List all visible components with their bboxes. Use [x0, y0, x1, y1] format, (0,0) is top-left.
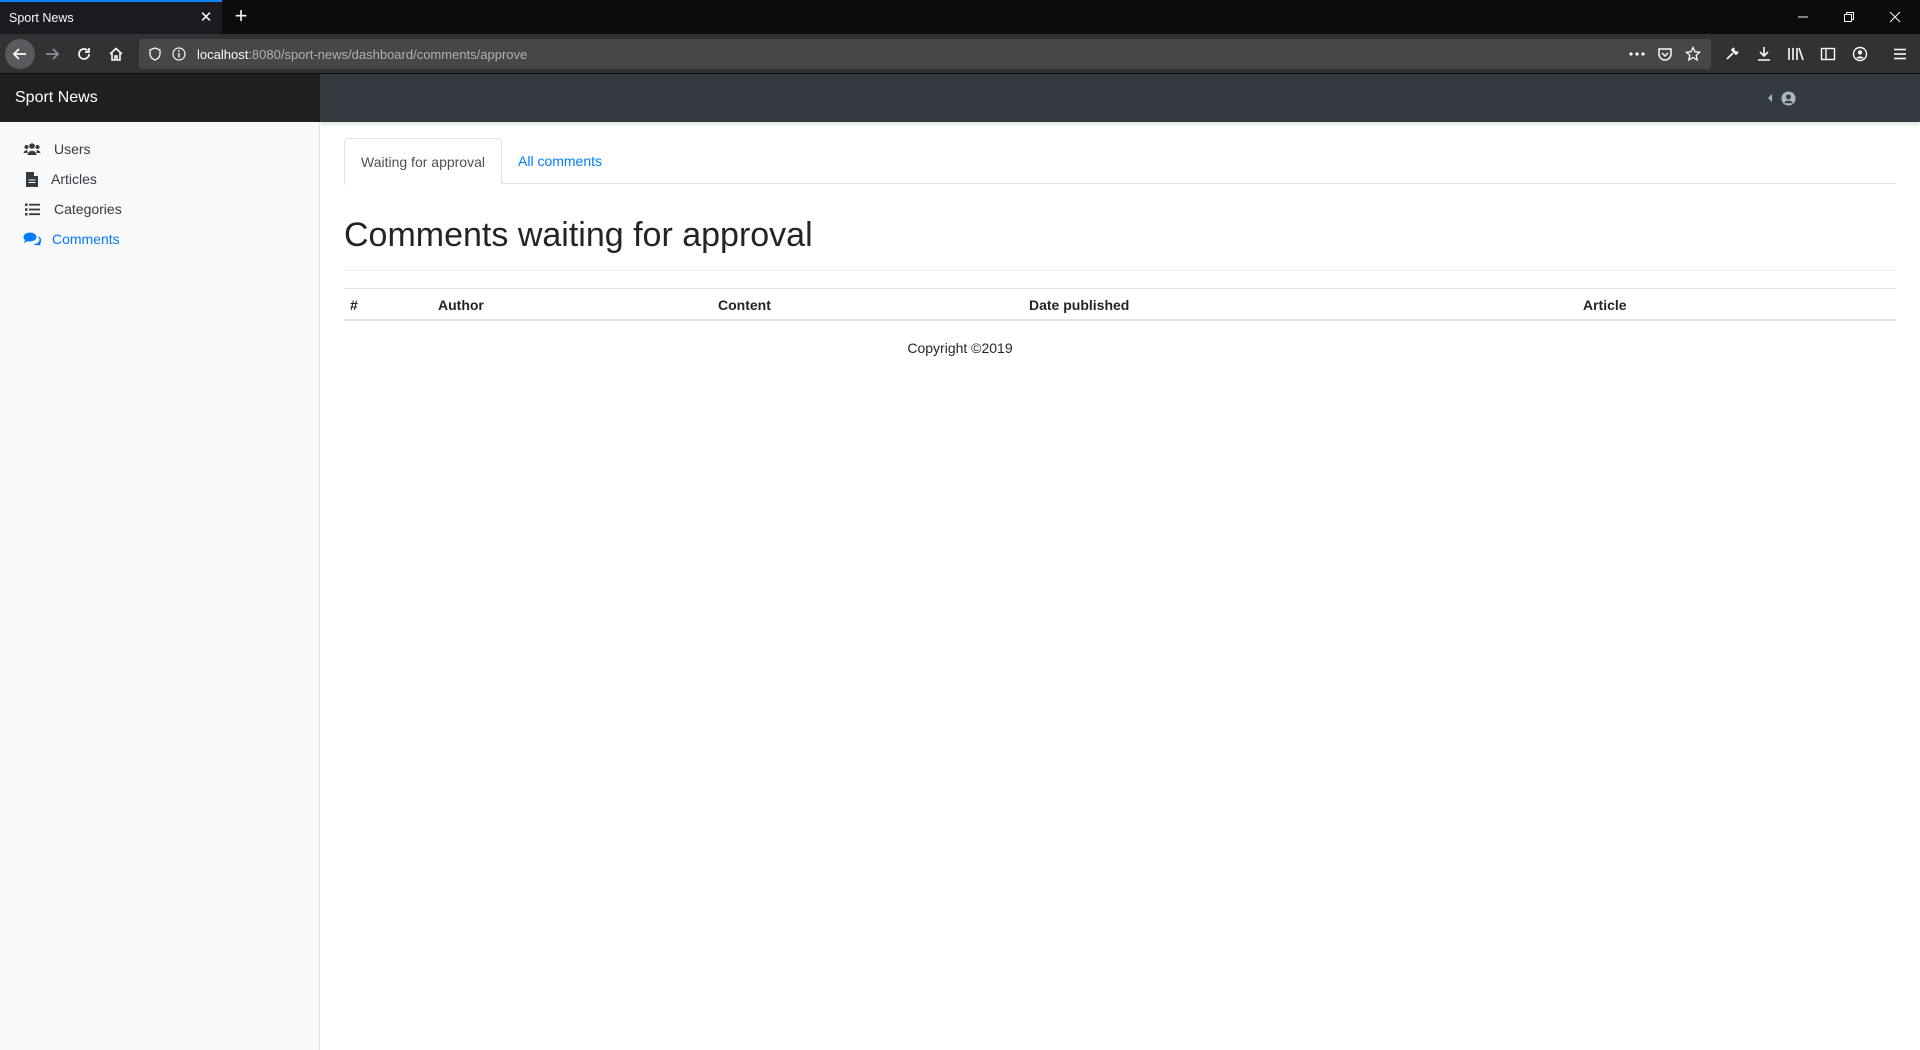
browser-navbar: localhost:8080/sport-news/dashboard/comm… — [0, 34, 1920, 74]
sidebar-item-label: Articles — [51, 171, 97, 187]
shield-icon[interactable] — [147, 46, 163, 62]
sidebar-item-label: Users — [54, 141, 91, 157]
reload-icon — [78, 48, 90, 60]
column-header-article: Article — [1583, 297, 1627, 313]
sidebar-item-articles[interactable]: Articles — [0, 163, 319, 195]
minimize-icon — [1798, 16, 1808, 18]
arrow-right-icon — [46, 48, 60, 60]
minimize-window-button[interactable] — [1780, 0, 1826, 34]
devtools-wrench-icon[interactable] — [1721, 43, 1743, 65]
app-topbar — [320, 74, 1920, 122]
column-header-author: Author — [438, 297, 484, 313]
arrow-left-icon — [12, 48, 26, 60]
sidebar-item-users[interactable]: Users — [0, 133, 319, 165]
browser-titlebar: Sport News ✕ + — [0, 0, 1920, 34]
page-title: Comments waiting for approval — [344, 216, 813, 254]
sidebar-item-label: Comments — [52, 231, 120, 247]
user-circle-icon[interactable] — [1780, 90, 1796, 106]
restore-icon — [1844, 12, 1854, 22]
pocket-icon[interactable] — [1657, 46, 1673, 62]
comments-icon — [23, 230, 41, 248]
close-tab-icon[interactable]: ✕ — [197, 9, 215, 27]
menu-hamburger-icon[interactable] — [1889, 43, 1911, 65]
sidebar-toggle-icon[interactable] — [1817, 43, 1839, 65]
file-icon — [23, 170, 41, 188]
reload-button[interactable] — [69, 39, 99, 69]
home-button[interactable] — [101, 39, 131, 69]
sidebar-item-categories[interactable]: Categories — [0, 193, 319, 225]
sidebar-item-label: Categories — [54, 201, 122, 217]
list-icon — [23, 200, 41, 218]
account-icon[interactable] — [1849, 43, 1871, 65]
sidebar-item-comments[interactable]: Comments — [0, 223, 319, 255]
close-icon — [1889, 11, 1901, 23]
info-icon[interactable] — [171, 46, 187, 62]
tab-all-comments[interactable]: All comments — [502, 138, 618, 184]
home-icon — [109, 47, 123, 61]
url-host: localhost — [197, 47, 249, 62]
tab-waiting-for-approval[interactable]: Waiting for approval — [344, 138, 502, 185]
new-tab-button[interactable]: + — [228, 4, 254, 30]
caret-left-icon[interactable] — [1766, 92, 1774, 104]
library-icon[interactable] — [1785, 43, 1807, 65]
forward-button[interactable] — [37, 39, 67, 69]
downloads-icon[interactable] — [1753, 43, 1775, 65]
sidebar: Users Articles Categories Comments — [0, 122, 320, 1050]
column-header-number: # — [350, 297, 358, 313]
brand-title[interactable]: Sport News — [15, 89, 98, 107]
url-path: :8080/sport-news/dashboard/comments/appr… — [248, 47, 528, 62]
title-divider — [344, 270, 1896, 271]
footer-copyright: Copyright ©2019 — [907, 340, 1013, 356]
close-window-button[interactable] — [1872, 0, 1918, 34]
browser-tab[interactable]: Sport News ✕ — [0, 0, 222, 34]
more-actions-icon[interactable] — [1629, 46, 1645, 62]
column-header-content: Content — [718, 297, 771, 313]
bookmark-star-icon[interactable] — [1685, 46, 1701, 62]
back-button[interactable] — [5, 39, 35, 69]
url-bar[interactable]: localhost:8080/sport-news/dashboard/comm… — [139, 39, 1711, 69]
app-brand[interactable]: Sport News — [0, 74, 320, 122]
users-icon — [23, 140, 41, 158]
comments-table: # Author Content Date published Article — [344, 288, 1896, 321]
column-header-date-published: Date published — [1029, 297, 1130, 313]
browser-tab-title: Sport News — [9, 11, 74, 25]
comment-tabs: Waiting for approval All comments — [344, 138, 1896, 185]
url-text: localhost:8080/sport-news/dashboard/comm… — [197, 47, 527, 62]
restore-window-button[interactable] — [1826, 0, 1872, 34]
